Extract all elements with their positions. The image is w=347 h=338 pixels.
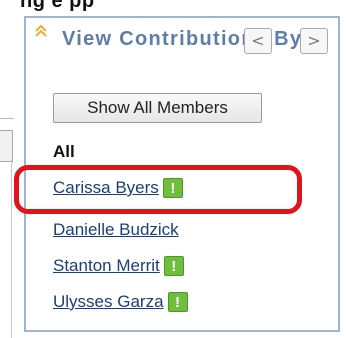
contributions-panel xyxy=(24,16,340,330)
member-item-stanton-merrit: Stanton Merrit ! xyxy=(53,256,184,276)
panel-bottom-border xyxy=(24,330,340,332)
exclamation-flag-icon: ! xyxy=(167,292,188,312)
member-link[interactable]: Ulysses Garza xyxy=(53,292,164,312)
double-chevron-up-icon[interactable] xyxy=(34,24,48,38)
member-item-carissa-byers: Carissa Byers ! xyxy=(53,178,183,198)
left-tab[interactable] xyxy=(0,130,13,162)
left-vertical-divider xyxy=(11,160,12,338)
member-link[interactable]: Danielle Budzick xyxy=(53,220,179,240)
all-label: All xyxy=(53,142,75,161)
show-all-members-button[interactable]: Show All Members xyxy=(53,93,262,123)
prev-button[interactable]: < xyxy=(244,28,272,54)
panel-title: View Contributions By: xyxy=(62,28,311,50)
next-button[interactable]: > xyxy=(300,28,328,54)
member-item-ulysses-garza: Ulysses Garza ! xyxy=(53,292,188,312)
member-link[interactable]: Stanton Merrit xyxy=(53,256,160,276)
member-item-danielle-budzick: Danielle Budzick xyxy=(53,220,179,240)
exclamation-flag-icon: ! xyxy=(162,178,183,198)
member-link[interactable]: Carissa Byers xyxy=(53,178,159,198)
exclamation-flag-icon: ! xyxy=(163,256,184,276)
background-heading: ng e pp xyxy=(20,0,95,12)
left-divider xyxy=(0,118,14,119)
